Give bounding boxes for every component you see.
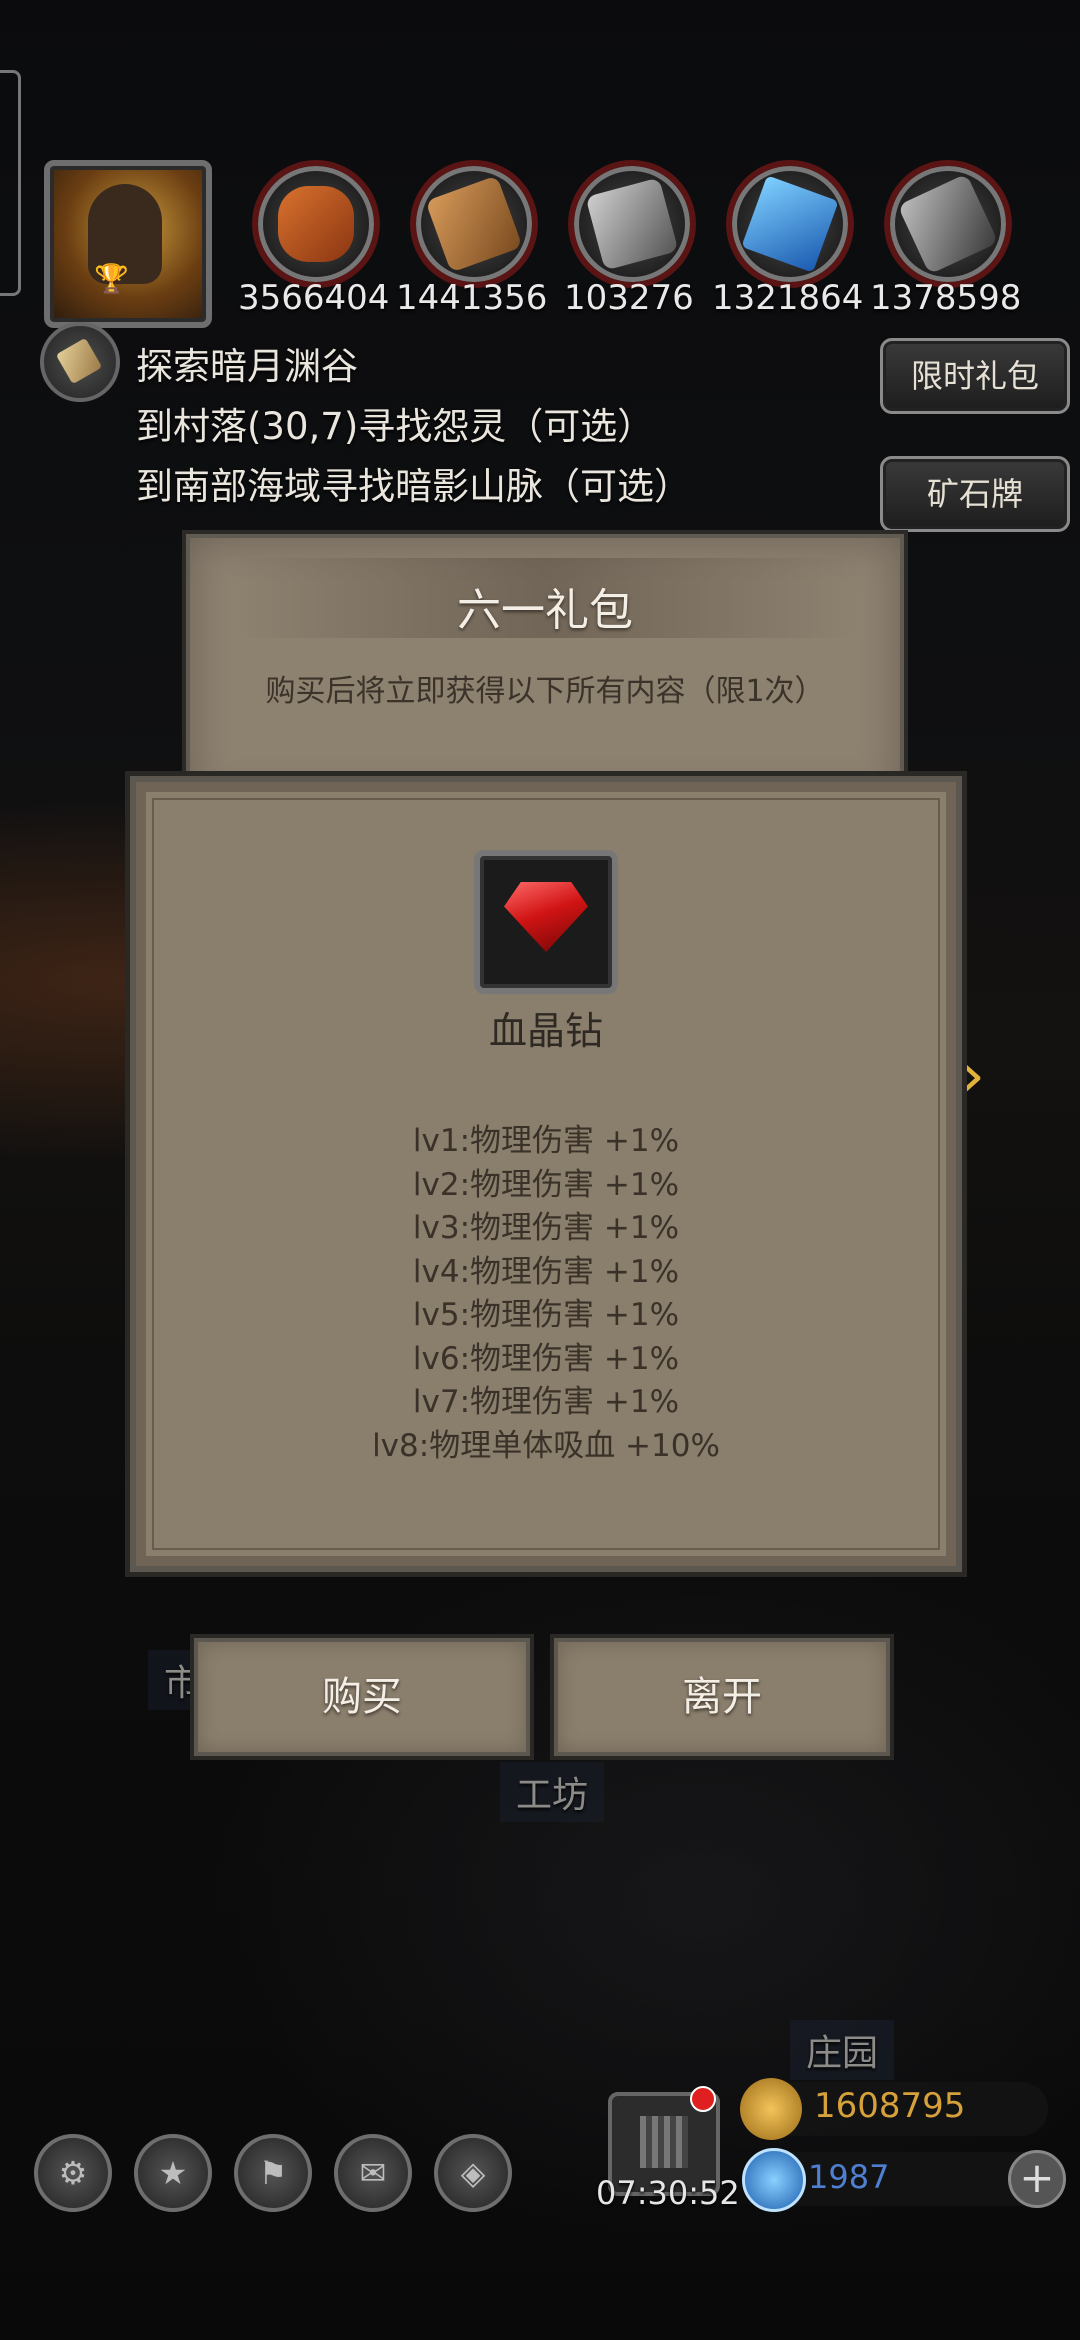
item-detail-panel: 血晶钻 lv1:物理伤害 +1% lv2:物理伤害 +1% lv3:物理伤害 +… <box>130 776 962 1572</box>
crystal-count: 1321864 <box>712 278 864 318</box>
item-name: 血晶钻 <box>488 1009 603 1053</box>
guild-banner-icon[interactable]: ⚑ <box>234 2134 312 2212</box>
item-stat: lv4:物理伤害 +1% <box>412 1253 680 1290</box>
leave-button[interactable]: 离开 <box>554 1638 890 1756</box>
item-stat: lv2:物理伤害 +1% <box>412 1166 680 1203</box>
star-emblem-icon[interactable]: ★ <box>134 2134 212 2212</box>
quest-line-1[interactable]: 到村落(30,7)寻找怨灵（可选） <box>136 396 654 450</box>
item-stat: lv5:物理伤害 +1% <box>412 1297 680 1333</box>
dice-icon[interactable]: ◈ <box>434 2134 512 2212</box>
add-gems-button[interactable]: + <box>1008 2150 1066 2208</box>
gold-amount: 1608795 <box>814 2086 966 2126</box>
gold-coin-icon <box>740 2078 802 2140</box>
ore-count: 1378598 <box>870 278 1022 318</box>
quest-line-2[interactable]: 到南部海域寻找暗影山脉（可选） <box>136 456 691 510</box>
quest-title[interactable]: 探索暗月渊谷 <box>136 336 358 390</box>
wood-count: 1441356 <box>396 278 548 318</box>
item-stat: lv7:物理伤害 +1% <box>412 1384 680 1420</box>
package-title: 六一礼包 <box>457 585 633 636</box>
item-stat: lv1:物理伤害 +1% <box>412 1123 680 1159</box>
iron-icon[interactable] <box>568 160 696 288</box>
player-avatar[interactable]: 🏆 <box>44 160 212 328</box>
meat-icon[interactable] <box>252 160 380 288</box>
mail-icon[interactable]: ✉ <box>334 2134 412 2212</box>
item-stats-list: lv1:物理伤害 +1% lv2:物理伤害 +1% lv3:物理伤害 +1% l… <box>136 1120 956 1468</box>
item-stat: lv6:物理伤害 +1% <box>412 1340 680 1377</box>
wood-icon[interactable] <box>410 160 538 288</box>
package-subtitle: 购买后将立即获得以下所有内容（限1次） <box>265 674 825 709</box>
crystal-icon[interactable] <box>726 160 854 288</box>
package-panel: 六一礼包 购买后将立即获得以下所有内容（限1次） <box>186 534 904 802</box>
ore-plate-button[interactable]: 矿石牌 <box>880 456 1070 532</box>
ore-icon[interactable] <box>884 160 1012 288</box>
gem-amount: 1987 <box>808 2158 890 2196</box>
limited-gift-button[interactable]: 限时礼包 <box>880 338 1070 414</box>
iron-count: 103276 <box>564 278 694 318</box>
trophy-icon: 🏆 <box>94 262 129 295</box>
blue-gem-icon <box>742 2148 806 2212</box>
notification-dot <box>690 2086 716 2112</box>
settings-gear-icon[interactable]: ⚙ <box>34 2134 112 2212</box>
item-stat: lv8:物理单体吸血 +10% <box>372 1427 720 1464</box>
meat-count: 3566404 <box>238 278 390 318</box>
left-drawer-handle[interactable] <box>0 70 21 296</box>
buy-button[interactable]: 购买 <box>194 1638 530 1756</box>
item-stat: lv3:物理伤害 +1% <box>412 1210 680 1246</box>
gift-timer: 07:30:52 <box>596 2174 740 2212</box>
red-gem-icon <box>504 882 588 952</box>
quest-scroll-icon[interactable] <box>40 322 120 402</box>
item-slot[interactable] <box>474 850 618 994</box>
